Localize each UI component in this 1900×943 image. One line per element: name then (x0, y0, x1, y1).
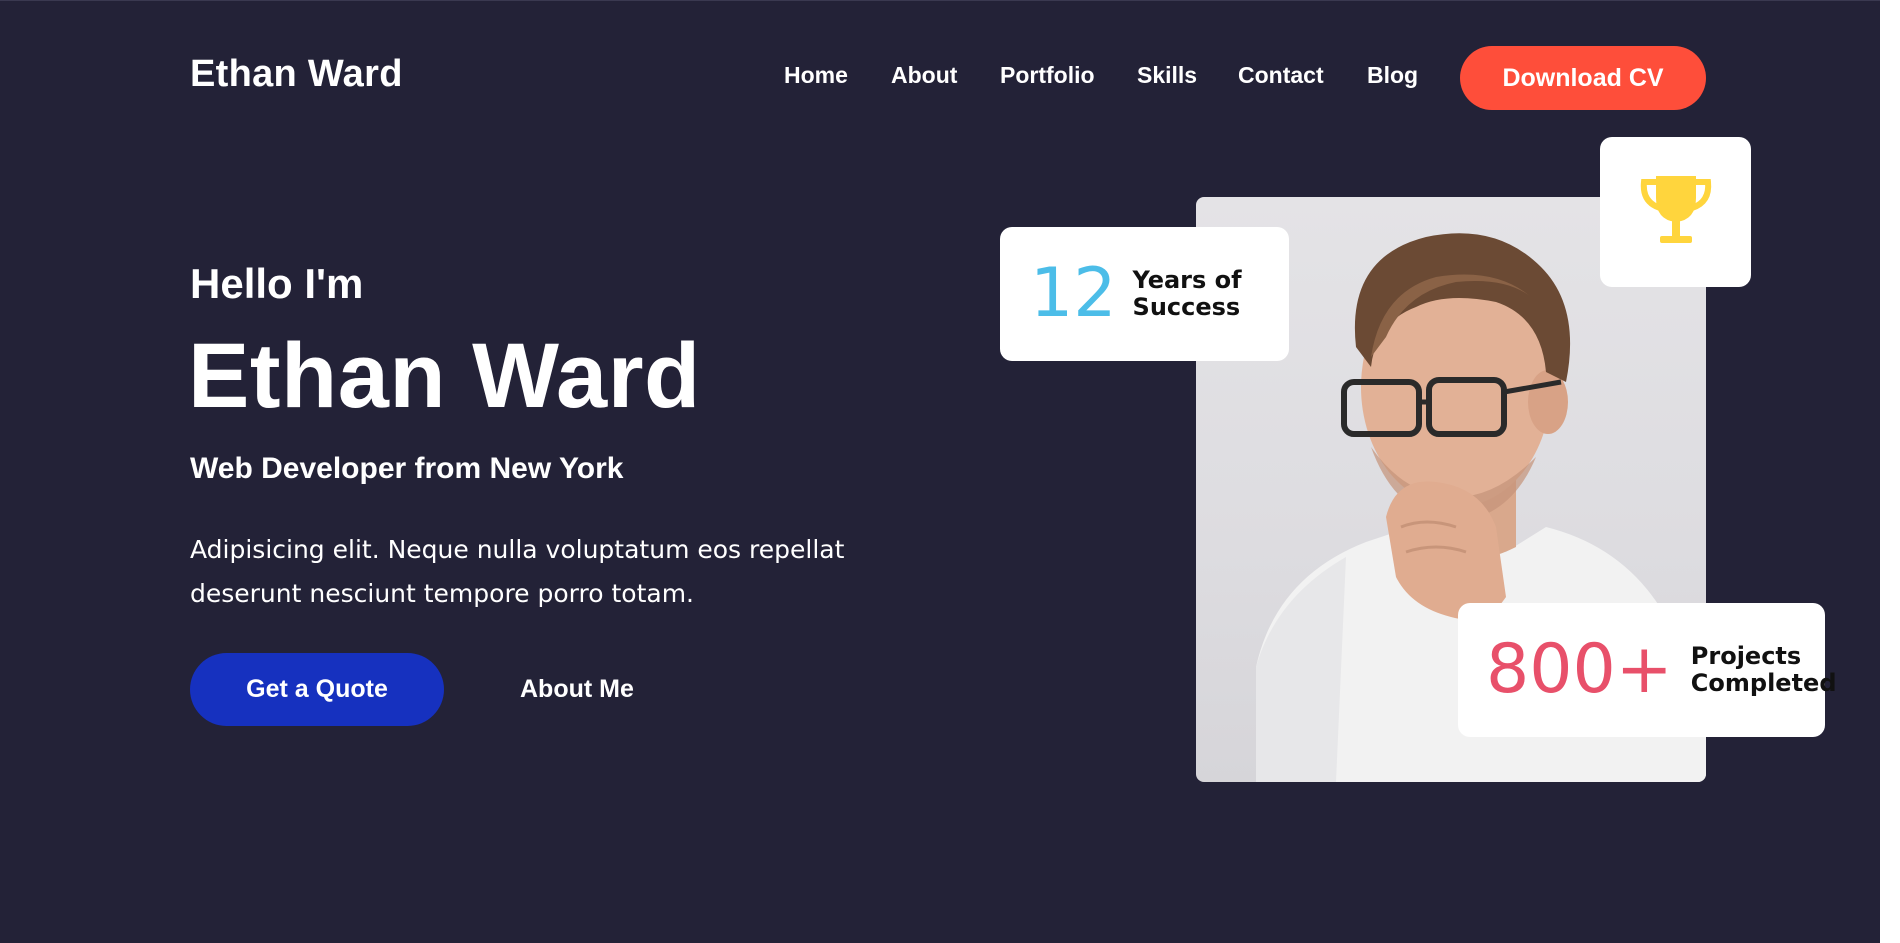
nav-portfolio-label: Portfolio (1000, 62, 1095, 88)
page: Ethan Ward Home About Portfolio Skills C… (0, 0, 1890, 943)
nav-contact-label: Contact (1238, 62, 1324, 88)
page-scrollbar[interactable] (1880, 0, 1890, 943)
nav-about[interactable]: About (891, 62, 957, 89)
projects-completed-card: 800+ Projects Completed (1458, 603, 1837, 737)
projects-label: Projects Completed (1691, 643, 1837, 697)
nav-skills-label: Skills (1137, 62, 1198, 88)
hero-description: Adipisicing elit. Neque nulla voluptatum… (190, 535, 845, 608)
trophy-card (1600, 137, 1751, 287)
site-logo[interactable]: Ethan Ward (190, 53, 403, 96)
hero-role: Web Developer from New York (190, 452, 624, 485)
nav-skills[interactable]: Skills (1137, 62, 1197, 89)
download-cv-button[interactable]: Download CV (1460, 46, 1706, 110)
nav-blog[interactable]: Blog (1367, 62, 1418, 89)
years-of-success-card: 12 Years of Success (1000, 227, 1289, 361)
about-me-link[interactable]: About Me (520, 675, 634, 704)
nav-home[interactable]: Home (784, 62, 848, 89)
nav-portfolio[interactable]: Portfolio (1000, 62, 1095, 89)
hero-greeting: Hello I'm (190, 260, 364, 307)
nav-about-label: About (891, 62, 958, 88)
projects-value: 800+ (1486, 630, 1673, 709)
projects-label-line1: Projects (1690, 642, 1802, 670)
years-label-line2: Success (1132, 293, 1241, 321)
years-value: 12 (1030, 254, 1117, 333)
nav-blog-label: Blog (1367, 62, 1419, 88)
nav-contact[interactable]: Contact (1238, 62, 1324, 89)
trophy-icon (1636, 170, 1716, 255)
get-a-quote-button[interactable]: Get a Quote (190, 653, 444, 726)
nav-home-label: Home (784, 62, 848, 88)
top-border (0, 0, 1890, 1)
hero-name: Ethan Ward (188, 325, 701, 427)
years-label: Years of Success (1133, 267, 1253, 321)
projects-label-line2: Completed (1690, 669, 1837, 697)
years-label-line1: Years of (1132, 266, 1242, 294)
